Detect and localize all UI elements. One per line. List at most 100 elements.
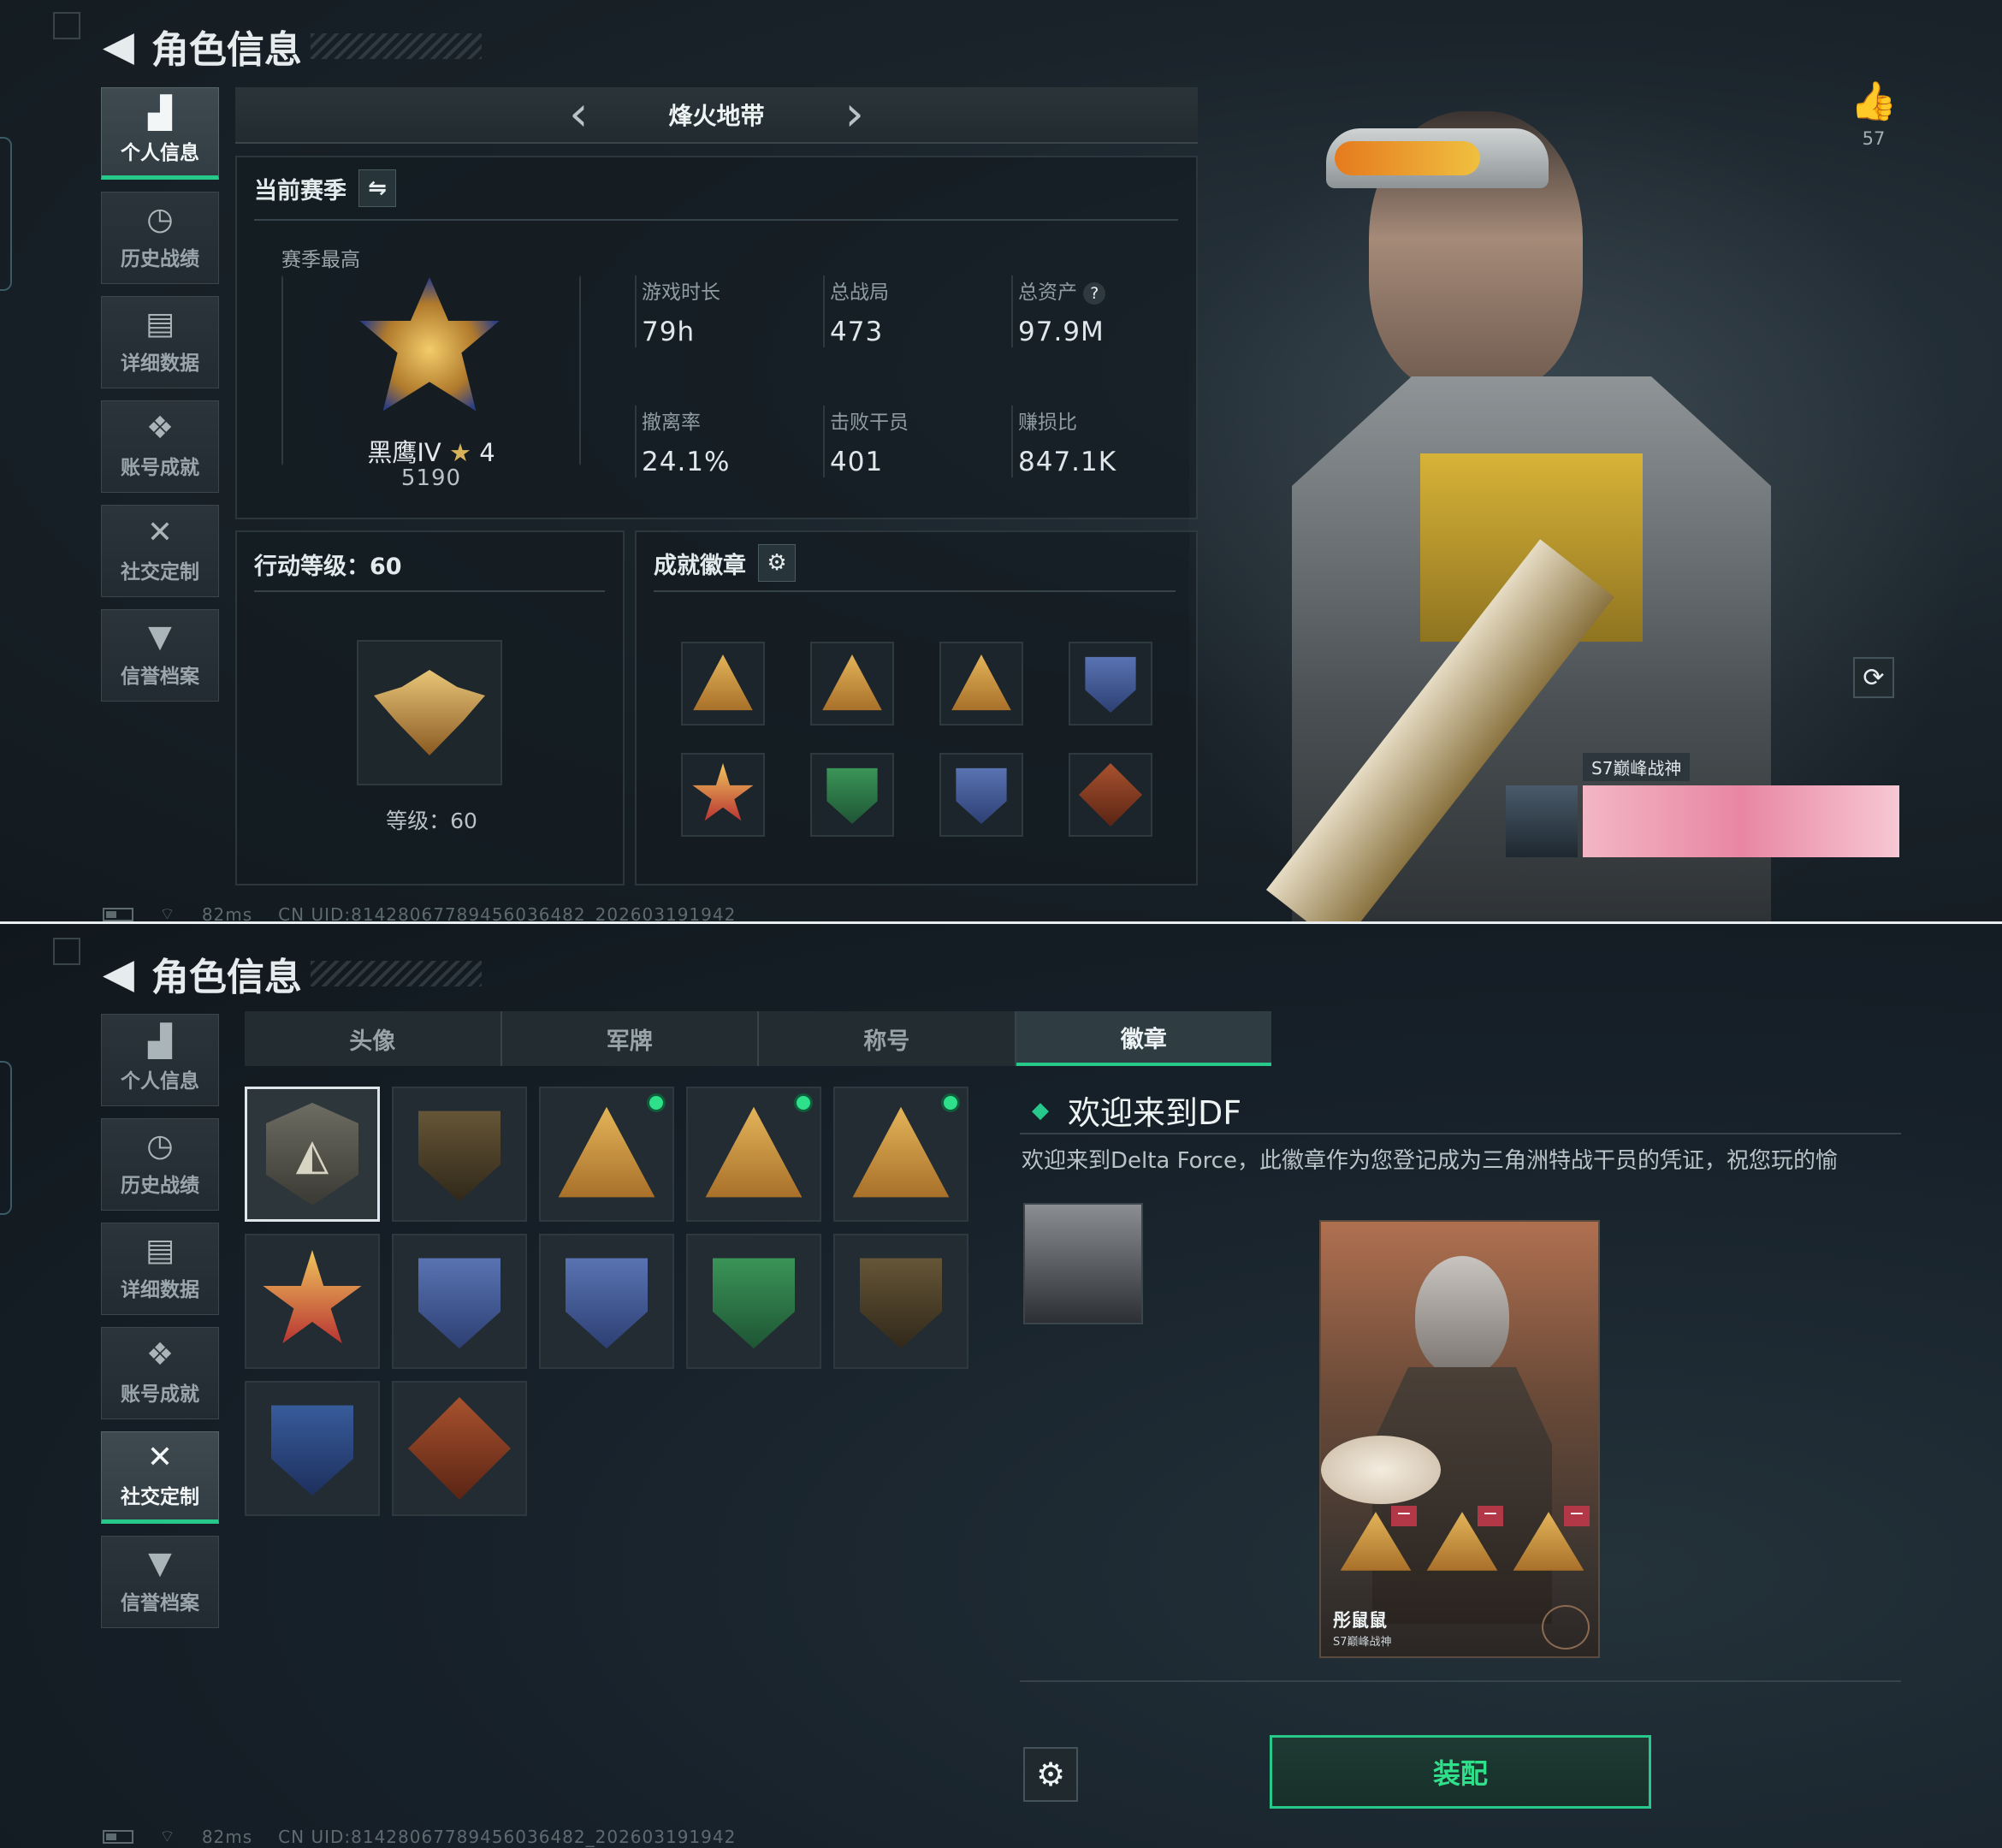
shield-badge-icon [1085, 656, 1136, 714]
badge-slot[interactable] [939, 642, 1023, 726]
sidebar-item-achievements[interactable]: ❖ 账号成就 [101, 400, 219, 493]
sidebar-item-label: 历史战绩 [121, 1175, 199, 1197]
tab-title[interactable]: 称号 [759, 1011, 1016, 1066]
back-button[interactable]: ◀ 角色信息 [103, 19, 482, 74]
badge-slot[interactable] [810, 753, 894, 837]
shield-badge-icon [566, 1258, 648, 1349]
badge-detail-description: 欢迎来到Delta Force，此徽章作为您登记成为三角洲特战干员的凭证，祝您玩… [1022, 1148, 1838, 1174]
chevron-left-icon[interactable]: ‹ [569, 91, 588, 139]
badge-detail-panel: ◆ 欢迎来到DF 欢迎来到Delta Force，此徽章作为您登记成为三角洲特战… [1020, 1087, 1901, 1839]
badge-grid-item[interactable] [539, 1087, 674, 1222]
badge-grid-item[interactable]: ◭ [245, 1087, 380, 1222]
card-badge-slot[interactable]: − [1338, 1505, 1417, 1584]
sidebar-item-label: 信誉档案 [121, 1592, 199, 1614]
stat-label: 总资产 [1018, 281, 1077, 304]
badge-slot[interactable] [1069, 753, 1152, 837]
divider [1020, 1680, 1901, 1682]
stat-total-assets: 总资产 ? 97.9M [1011, 275, 1174, 347]
tools-icon: ✕ [146, 515, 174, 550]
badge-grid: ◭ [245, 1087, 980, 1600]
like-area[interactable]: 👍 57 [1839, 79, 1908, 149]
corner-marker [53, 12, 80, 39]
sidebar-item-social[interactable]: ✕ 社交定制 [101, 505, 219, 597]
rotate-refresh-icon[interactable]: ⟳ [1853, 657, 1894, 698]
remove-badge-icon[interactable]: − [1564, 1505, 1590, 1526]
switch-season-button[interactable]: ⇋ [358, 169, 396, 207]
badge-slot[interactable] [939, 753, 1023, 837]
stat-label-row: 总资产 ? [1018, 275, 1174, 305]
battery-icon [103, 1829, 133, 1844]
badge-detail-title: 欢迎来到DF [1068, 1094, 1242, 1132]
edge-handle[interactable] [0, 1061, 12, 1215]
badge-grid-item[interactable] [539, 1234, 674, 1369]
badge-grid-item[interactable] [686, 1087, 821, 1222]
stat-label: 赚损比 [1018, 412, 1077, 434]
sidebar-item-history[interactable]: ◷ 历史战绩 [101, 1118, 219, 1211]
player-card-preview[interactable]: − − − 彤鼠鼠 S7巅峰战神 [1319, 1220, 1600, 1658]
triangle-badge-icon [852, 1106, 950, 1198]
sidebar-item-label: 账号成就 [121, 1383, 199, 1406]
badge-slot[interactable] [681, 642, 765, 726]
badge-grid-item[interactable] [686, 1234, 821, 1369]
badge-slot[interactable] [810, 642, 894, 726]
remove-badge-icon[interactable]: − [1391, 1505, 1417, 1526]
like-count: 57 [1862, 128, 1886, 149]
sidebar-item-label: 信誉档案 [121, 666, 199, 688]
chevron-right-icon[interactable]: › [845, 91, 864, 139]
sidebar-item-credit[interactable]: ▼ 信誉档案 [101, 609, 219, 702]
equip-button[interactable]: 装配 [1270, 1735, 1651, 1809]
triangle-badge-icon [951, 654, 1011, 711]
settings-gear-icon[interactable]: ⚙ [758, 544, 796, 582]
badge-grid-item[interactable] [392, 1234, 527, 1369]
stat-label: 击败干员 [830, 412, 909, 434]
tab-dogtag[interactable]: 军牌 [502, 1011, 759, 1066]
achievement-title: 成就徽章 [654, 552, 746, 579]
sidebar-item-achievements[interactable]: ❖ 账号成就 [101, 1327, 219, 1419]
stat-value: 24.1% [642, 447, 731, 477]
sidebar-item-personal-info[interactable]: ▟ 个人信息 [101, 1014, 219, 1106]
badge-detail-header: ◆ 欢迎来到DF [1032, 1087, 1241, 1134]
badge-grid-item[interactable] [392, 1087, 527, 1222]
badge-grid-item[interactable] [833, 1087, 968, 1222]
tab-avatar[interactable]: 头像 [245, 1011, 502, 1066]
sidebar-item-personal-info[interactable]: ▟ 个人信息 [101, 87, 219, 180]
card-avatar [1506, 785, 1578, 857]
card-badge-slot[interactable]: − [1424, 1505, 1503, 1584]
diamond-marker-icon: ◆ [1032, 1097, 1049, 1123]
sidebar-item-label: 历史战绩 [121, 248, 199, 270]
rank-name-row: 黑鹰IV ★ 4 [281, 433, 581, 469]
back-button[interactable]: ◀ 角色信息 [103, 946, 482, 1001]
remove-badge-icon[interactable]: − [1478, 1505, 1503, 1526]
sidebar-item-history[interactable]: ◷ 历史战绩 [101, 192, 219, 284]
tab-badge[interactable]: 徽章 [1016, 1011, 1271, 1066]
player-card-preview[interactable]: S7巅峰战神 [1506, 753, 1899, 860]
sidebar-item-details[interactable]: ▤ 详细数据 [101, 1223, 219, 1315]
badge-grid-item[interactable] [245, 1381, 380, 1516]
sidebar-item-social[interactable]: ✕ 社交定制 [101, 1431, 219, 1524]
wifi-icon: ⌔ [159, 1826, 176, 1846]
bar-chart-icon: ▟ [148, 1024, 172, 1059]
card-dumpling-plate [1321, 1436, 1441, 1504]
avatar[interactable] [1023, 1203, 1143, 1324]
thumbs-up-icon: 👍 [1850, 80, 1898, 123]
card-badge-slot[interactable]: − [1511, 1505, 1590, 1584]
sidebar-item-details[interactable]: ▤ 详细数据 [101, 296, 219, 388]
mode-selector: 烽火地带 ‹ › [235, 87, 1198, 144]
back-arrow-icon: ◀ [103, 22, 134, 70]
settings-gear-icon[interactable]: ⚙ [1023, 1747, 1078, 1802]
achievement-icon: ❖ [145, 411, 175, 446]
sidebar-item-credit[interactable]: ▼ 信誉档案 [101, 1536, 219, 1628]
badge-grid-item[interactable] [245, 1234, 380, 1369]
action-level-panel: 行动等级：60 等级：60 [235, 530, 625, 886]
triangle-badge-icon [705, 1106, 803, 1198]
stat-value: 847.1K [1018, 447, 1117, 477]
badge-slot[interactable] [1069, 642, 1152, 726]
card-weapon-emblem-icon [1542, 1605, 1590, 1650]
edge-handle[interactable] [0, 137, 12, 291]
help-icon[interactable]: ? [1083, 282, 1106, 305]
badge-slot[interactable] [681, 753, 765, 837]
card-player-subtitle: S7巅峰战神 [1333, 1636, 1392, 1649]
folder-icon: ▤ [145, 1233, 175, 1268]
badge-grid-item[interactable] [833, 1234, 968, 1369]
badge-grid-item[interactable] [392, 1381, 527, 1516]
